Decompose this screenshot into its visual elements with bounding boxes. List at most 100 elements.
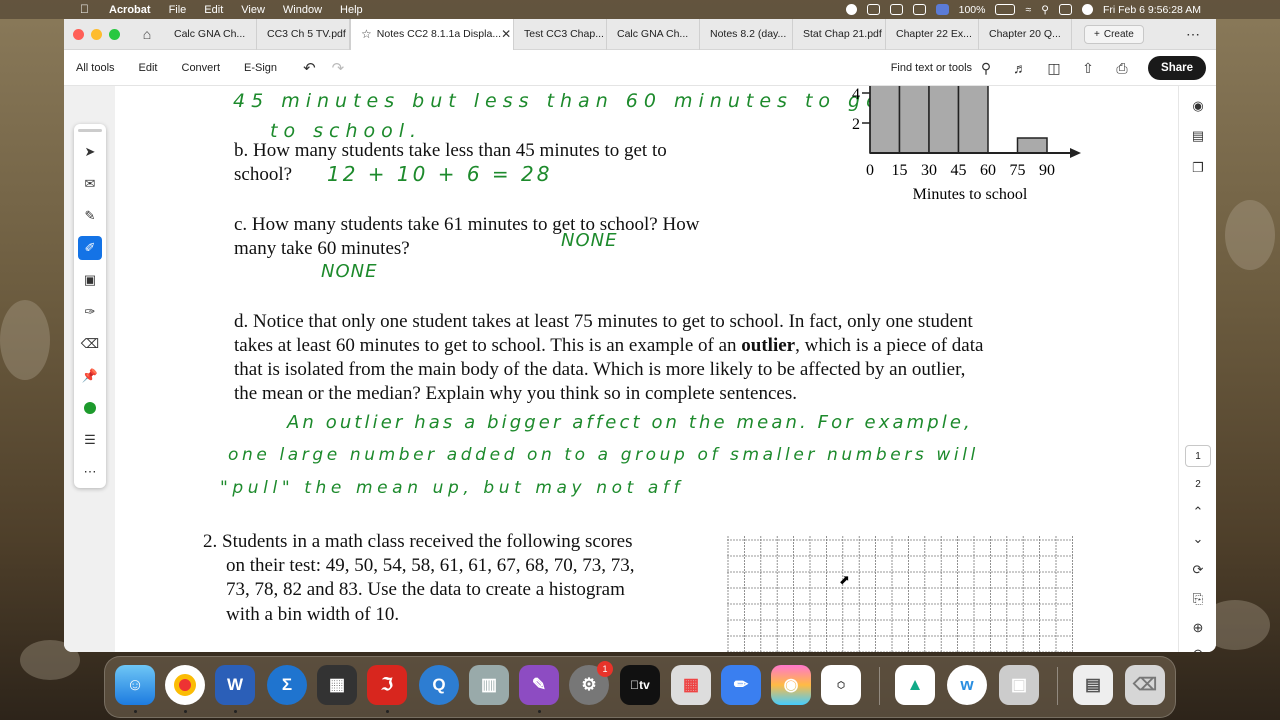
- close-window-button[interactable]: [73, 28, 84, 40]
- record-icon[interactable]: [845, 4, 857, 15]
- read-aloud-icon[interactable]: ♬: [1012, 60, 1028, 76]
- freeform-icon[interactable]: ✏: [721, 665, 761, 705]
- draw-tool-icon[interactable]: ✐: [78, 236, 102, 260]
- menubar-app-name[interactable]: Acrobat: [100, 4, 160, 16]
- display-icon[interactable]: [912, 4, 926, 15]
- apple-tv-icon[interactable]: tv: [620, 665, 660, 705]
- tab-cc3-ch5[interactable]: CC3 Ch 5 TV.pdf: [257, 19, 350, 50]
- system-settings-icon[interactable]: ⚙ 1: [569, 661, 613, 705]
- tab-label: Calc GNA Ch...: [617, 28, 689, 40]
- chevron-down-icon[interactable]: ⌄: [1179, 531, 1216, 547]
- documents-folder-icon[interactable]: ▤: [1073, 665, 1113, 705]
- color-app-icon[interactable]: ◉: [771, 665, 811, 705]
- menubar-clock[interactable]: Fri Feb 6 9:56:28 AM: [1103, 4, 1201, 16]
- panel-grip[interactable]: [78, 129, 102, 132]
- menu-window[interactable]: Window: [274, 4, 331, 16]
- pages-icon[interactable]: ❐: [1179, 160, 1216, 176]
- bookmarks-icon[interactable]: ▤: [1179, 128, 1216, 144]
- more-options-icon[interactable]: ⋯: [1186, 26, 1200, 43]
- convert-button[interactable]: Convert: [182, 62, 221, 74]
- document-area[interactable]: 45 minutes but less than 60 minutes to g…: [64, 86, 1178, 652]
- chrome-icon[interactable]: [165, 665, 205, 705]
- histogram-bar: [957, 86, 989, 154]
- star-icon[interactable]: ☆: [361, 27, 372, 41]
- menu-file[interactable]: File: [160, 4, 196, 16]
- esign-button[interactable]: E-Sign: [244, 62, 277, 74]
- tab-notes-cc2-active[interactable]: ☆ Notes CC2 8.1.1a Displa... ✕: [350, 19, 514, 50]
- calculator-icon[interactable]: ▦: [317, 665, 357, 705]
- page-thumb-2[interactable]: 2: [1185, 474, 1211, 496]
- wifi-icon[interactable]: ≈: [1025, 4, 1031, 16]
- line-weight-icon[interactable]: ☰: [78, 428, 102, 452]
- comment-tool-icon[interactable]: ✉: [78, 172, 102, 196]
- create-button[interactable]: + Create: [1084, 24, 1144, 44]
- siri-icon[interactable]: [1081, 4, 1093, 15]
- launchpad-icon[interactable]: ▦: [671, 665, 711, 705]
- zoom-out-icon[interactable]: ⊖: [1179, 646, 1216, 652]
- creative-cloud-icon[interactable]: [866, 4, 880, 15]
- save-icon[interactable]: ◫: [1046, 60, 1062, 77]
- blank-graph-grid[interactable]: [727, 536, 1075, 652]
- finder-icon[interactable]: ☺: [115, 665, 155, 705]
- find-text-or-tools[interactable]: Find text or tools ⚲: [891, 60, 994, 77]
- more-tools-icon[interactable]: ⋯: [78, 460, 102, 484]
- w-app-icon[interactable]: w: [947, 665, 987, 705]
- preview-icon[interactable]: ▣: [999, 665, 1039, 705]
- trash-icon[interactable]: ⌫: [1125, 665, 1165, 705]
- color-picker-icon[interactable]: [78, 396, 102, 420]
- x-tick-label: 75: [1010, 162, 1026, 179]
- zoom-window-button[interactable]: [109, 28, 120, 40]
- graphing-calculator-icon[interactable]: ▥: [469, 665, 509, 705]
- tab-chapter-22[interactable]: Chapter 22 Ex...: [886, 19, 979, 50]
- sign-tool-icon[interactable]: ✑: [78, 300, 102, 324]
- screen-mirror-icon[interactable]: [935, 4, 949, 15]
- share-button[interactable]: Share: [1148, 56, 1206, 80]
- battery-icon[interactable]: [995, 4, 1016, 15]
- chevron-up-icon[interactable]: ⌃: [1179, 504, 1216, 520]
- tab-stat-chap-21[interactable]: Stat Chap 21.pdf: [793, 19, 886, 50]
- google-drive-icon[interactable]: ▲: [895, 665, 935, 705]
- notes-app-icon[interactable]: ✎: [519, 665, 559, 705]
- home-icon[interactable]: ⌂: [130, 26, 164, 42]
- text-box-tool-icon[interactable]: ▣: [78, 268, 102, 292]
- drive-icon[interactable]: [889, 4, 903, 15]
- print-icon[interactable]: ⎙: [1114, 60, 1130, 77]
- tab-chapter-20[interactable]: Chapter 20 Q...: [979, 19, 1072, 50]
- running-indicator: [386, 710, 389, 713]
- acrobat-icon[interactable]: ℑ: [367, 665, 407, 705]
- question-d-line-2: takes at least 60 minutes to get to scho…: [234, 334, 983, 358]
- pdf-page[interactable]: 45 minutes but less than 60 minutes to g…: [115, 86, 1178, 652]
- quicktime-icon[interactable]: Q: [419, 665, 459, 705]
- close-tab-icon[interactable]: ✕: [501, 27, 511, 41]
- upload-icon[interactable]: ⇧: [1080, 60, 1096, 77]
- eraser-tool-icon[interactable]: ⌫: [78, 332, 102, 356]
- geogebra-classic-icon[interactable]: ⬡: [821, 665, 861, 705]
- tab-notes-8-2[interactable]: Notes 8.2 (day...: [700, 19, 793, 50]
- select-tool-icon[interactable]: ➤: [78, 140, 102, 164]
- search-icon[interactable]: ⚲: [1041, 4, 1049, 16]
- find-label: Find text or tools: [890, 62, 973, 74]
- menu-edit[interactable]: Edit: [195, 4, 232, 16]
- pin-tool-icon[interactable]: 📌: [78, 364, 102, 388]
- word-icon[interactable]: W: [215, 665, 255, 705]
- tab-calc-gna-2[interactable]: Calc GNA Ch...: [607, 19, 700, 50]
- ai-assistant-icon[interactable]: ◉: [1179, 98, 1216, 114]
- apple-icon[interactable]: : [80, 2, 89, 16]
- undo-icon[interactable]: ↶: [303, 59, 316, 77]
- refresh-icon[interactable]: ⟳: [1179, 562, 1216, 578]
- redo-icon[interactable]: ↷: [332, 59, 345, 77]
- x-axis-arrow: [1070, 148, 1081, 158]
- control-center-icon[interactable]: [1058, 4, 1072, 15]
- tab-calc-gna-1[interactable]: Calc GNA Ch...: [164, 19, 257, 50]
- highlight-tool-icon[interactable]: ✎: [78, 204, 102, 228]
- edit-button[interactable]: Edit: [139, 62, 158, 74]
- export-page-icon[interactable]: ⎘: [1179, 591, 1216, 607]
- menu-view[interactable]: View: [232, 4, 274, 16]
- minimize-window-button[interactable]: [91, 28, 102, 40]
- menu-help[interactable]: Help: [331, 4, 372, 16]
- tab-test-cc3[interactable]: Test CC3 Chap...: [514, 19, 607, 50]
- all-tools-button[interactable]: All tools: [76, 62, 115, 74]
- page-thumb-1[interactable]: 1: [1185, 445, 1211, 467]
- summation-app-icon[interactable]: Σ: [267, 665, 307, 705]
- zoom-in-icon[interactable]: ⊕: [1179, 620, 1216, 636]
